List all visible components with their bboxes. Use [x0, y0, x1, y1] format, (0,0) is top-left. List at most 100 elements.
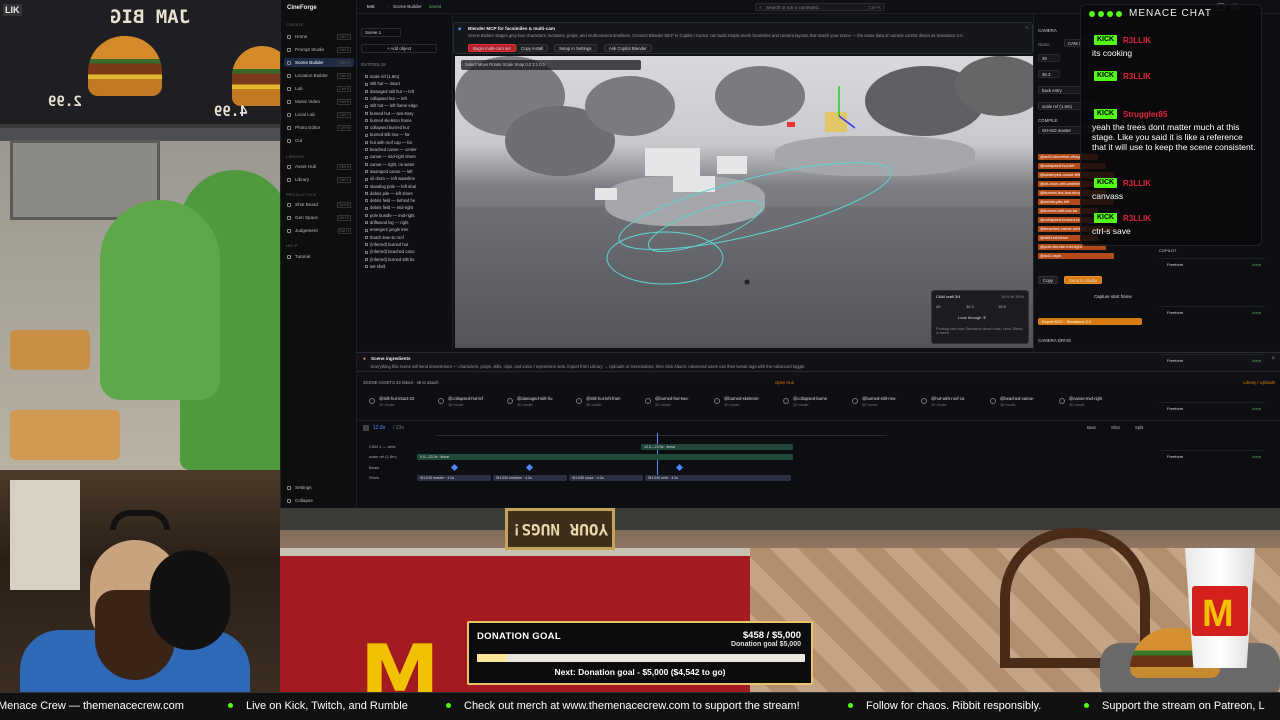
asset-card[interactable]: @burned-hut-two- 3D model	[643, 392, 707, 414]
3d-viewport[interactable]: Select Move Rotate Scale Snap 0.2 1:1 0.…	[455, 56, 1033, 348]
timeline-clip[interactable]: 12.0—23.0s · linear	[641, 444, 793, 450]
shot-clip[interactable]: SH-040 orbit · 4.5s	[645, 475, 791, 481]
export-button[interactable]: Export KDV · Seedance 2.0	[1038, 318, 1142, 325]
asset-card[interactable]: @canoe-mid-right 3D model	[1057, 392, 1121, 414]
open-hub-link[interactable]: Open Hub	[775, 380, 794, 385]
asset-card[interactable]: @stilt-hut-left-fram 3D model	[574, 392, 638, 414]
entity-item[interactable]: stilt hut — left frame edge	[365, 103, 449, 110]
copy-install-button[interactable]: Copy install	[516, 44, 549, 52]
entity-item[interactable]: (inferred) burned hut	[365, 242, 449, 249]
log-entry[interactable]: Freeform done	[1159, 450, 1265, 496]
shot-clip[interactable]: SH-010 master · 4.0s	[417, 475, 491, 481]
send-to-studio-button[interactable]: Send to Studio	[1064, 276, 1103, 284]
asset-card[interactable]: @hut-with-roof-ca 3D model	[919, 392, 983, 414]
log-entry[interactable]: Freeform done	[1159, 306, 1265, 352]
beat-marker[interactable]	[525, 463, 534, 472]
asset-card[interactable]: @burned-stilt-row- 3D model	[850, 392, 914, 414]
entity-item[interactable]: emergent jungle tree	[365, 227, 449, 234]
sidebar-item-local-lab[interactable]: Local Lab Ctrl+7	[284, 110, 354, 119]
beat-marker[interactable]	[675, 463, 684, 472]
entity-item[interactable]: canoe — right, on water	[365, 162, 449, 169]
timeline-clip[interactable]: 0.0—23.0s · linear	[417, 454, 793, 460]
height-field[interactable]: 36.3	[1038, 70, 1060, 78]
entity-item[interactable]: scale ref (1.8m)	[365, 74, 449, 81]
add-object-button[interactable]: + Add object	[361, 44, 437, 53]
shot-clip[interactable]: SH-020 medium · 4.5s	[493, 475, 567, 481]
sidebar-item-photo-editor[interactable]: Photo Editor Ctrl+8	[284, 123, 354, 132]
asset-card[interactable]: @damaged-stilt-hu 3D model	[505, 392, 569, 414]
shot-clip[interactable]: SH-030 close · 4.0s	[569, 475, 643, 481]
add-beat-button[interactable]: Beat	[1087, 425, 1096, 430]
asset-card[interactable]: @stilt-hut-intact-23 3D model	[367, 392, 431, 414]
log-entry[interactable]: Freeform done	[1159, 402, 1265, 448]
sidebar-item-prompt-studio[interactable]: Prompt Studio Ctrl+2	[284, 45, 354, 54]
log-entry[interactable]: Freeform done	[1159, 354, 1265, 400]
entity-item[interactable]: driftwood log — right	[365, 220, 449, 227]
entity-item[interactable]: collapsed burned hut	[365, 125, 449, 132]
camera-aspect-value[interactable]: 16:9	[998, 304, 1006, 309]
entity-item[interactable]: damaged stilt hut — left	[365, 89, 449, 96]
capture-start-frame-button[interactable]: Capture start frame	[1094, 294, 1132, 299]
close-icon[interactable]: ×	[1025, 25, 1028, 30]
sidebar-item-location-builder[interactable]: Location Builder Ctrl+4	[284, 71, 354, 80]
begin-multicam-button[interactable]: Begin multi-cam set	[468, 44, 516, 52]
scene-select[interactable]: Scene 1	[361, 28, 401, 37]
position-field[interactable]: back entry	[1038, 86, 1082, 94]
sidebar-item-settings[interactable]: Settings	[284, 483, 354, 492]
copy-button[interactable]: Copy	[1038, 276, 1059, 284]
sidebar-item-judgement[interactable]: Judgement Ctrl+J	[284, 226, 354, 235]
sidebar-item-asset-hub[interactable]: Asset Hub Ctrl+9	[284, 162, 354, 171]
sidebar-item-scene-builder[interactable]: Scene Builder Ctrl+3	[284, 58, 354, 67]
camera-lens-value[interactable]: 49	[936, 304, 940, 309]
log-entry[interactable]: Freeform done	[1159, 258, 1265, 304]
entity-item[interactable]: debris field — behind he	[365, 198, 449, 205]
asset-tag[interactable]: @act2-style	[1038, 253, 1114, 259]
add-shot-button[interactable]: Shot	[1111, 425, 1120, 430]
project-name[interactable]: test	[367, 4, 374, 9]
sidebar-item-tutorial[interactable]: Tutorial	[284, 252, 354, 261]
lens-field[interactable]: 49	[1038, 54, 1060, 62]
sidebar-item-gen-space[interactable]: Gen Space Ctrl+G	[284, 213, 354, 222]
sidebar-item-music-video[interactable]: Music Video Ctrl+6	[284, 97, 354, 106]
entity-item[interactable]: (inferred) beached cano	[365, 249, 449, 256]
entity-item[interactable]: burned hut — two-story	[365, 111, 449, 118]
entity-item[interactable]: swamped canoe — left	[365, 169, 449, 176]
play-icon[interactable]	[363, 425, 369, 431]
look-through-button[interactable]: Look through ①	[958, 315, 986, 320]
sidebar-item-shot-board[interactable]: Shot Board Ctrl+B	[284, 200, 354, 209]
asset-card[interactable]: @collapsed-burne 3D model	[781, 392, 845, 414]
sidebar-item-library[interactable]: Library Ctrl+L	[284, 175, 354, 184]
entity-item[interactable]: stilt hut — intact	[365, 81, 449, 88]
asset-card[interactable]: @burned-skeleton- 3D model	[712, 392, 776, 414]
entity-item[interactable]: pole bundle — mid-right	[365, 213, 449, 220]
entity-item[interactable]: burned stilt row — far	[365, 132, 449, 139]
split-button[interactable]: Split	[1135, 425, 1143, 430]
sidebar-item-lab[interactable]: Lab Ctrl+5	[284, 84, 354, 93]
asset-card[interactable]: @beached-canoe- 3D model	[988, 392, 1052, 414]
command-search-input[interactable]: ⌕ Search or run a command... Ctrl+K	[755, 3, 885, 11]
beat-marker[interactable]	[450, 463, 459, 472]
entity-item[interactable]: oil drum — left waterline	[365, 176, 449, 183]
breadcrumb[interactable]: Scene Builder	[393, 4, 422, 9]
ask-copilot-button[interactable]: Ask Copilot Blender	[604, 44, 652, 52]
entity-item[interactable]: debris field — mid-right	[365, 205, 449, 212]
sidebar-collapse[interactable]: Collapse	[284, 496, 354, 505]
close-icon[interactable]: ×	[1271, 356, 1275, 362]
entity-item[interactable]: (inferred) burned stilt ho	[365, 257, 449, 264]
viewport-toolbar[interactable]: Select Move Rotate Scale Snap 0.2 1:1 0.…	[461, 60, 641, 70]
camera-height-value[interactable]: 36.3	[966, 304, 974, 309]
camera-card[interactable]: CAM craft 3/4 16:9 4K 50% 49 36.3 16:9 L…	[931, 290, 1029, 344]
entity-item[interactable]: beached canoe — center	[365, 147, 449, 154]
entity-item[interactable]: canoe — mid-right shore	[365, 154, 449, 161]
entity-item[interactable]: standing pole — left shal	[365, 184, 449, 191]
entity-item[interactable]: hut with roof cap — far	[365, 140, 449, 147]
entity-item[interactable]: burned skeleton frame	[365, 118, 449, 125]
entity-item[interactable]: thatch lean-to roof	[365, 235, 449, 242]
asset-card[interactable]: @collapsed-hut-lef 3D model	[436, 392, 500, 414]
sidebar-item-home[interactable]: Home Ctrl+1	[284, 32, 354, 41]
sidebar-item-cut[interactable]: Cut	[284, 136, 354, 145]
entity-item[interactable]: debris pile — left shore	[365, 191, 449, 198]
entity-item[interactable]: collapsed hut — left	[365, 96, 449, 103]
entity-item[interactable]: set shell	[365, 264, 449, 271]
setup-settings-button[interactable]: Setup in Settings	[554, 44, 597, 52]
